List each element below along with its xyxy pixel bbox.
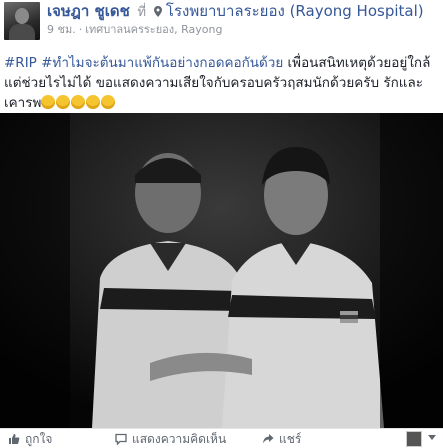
post-text: #RIP #ทำไมจะต้นมาแพ้กันอย่างกอดคอกันด้วย… (4, 53, 440, 113)
comment-button[interactable]: แสดงความคิดเห็น (115, 432, 226, 446)
author-avatar[interactable] (4, 2, 40, 40)
post-actions-bar: ถูกใจ แสดงความคิดเห็น แชร์ (0, 428, 443, 448)
post-time[interactable]: 9 ชม. (47, 23, 76, 36)
crying-emoji-group (41, 95, 116, 111)
place-link[interactable]: โรงพยาบาลระยอง (Rayong Hospital) (166, 2, 424, 20)
reactor-avatar[interactable] (406, 431, 422, 447)
photo-image (0, 113, 443, 428)
meta-separator: · (78, 23, 83, 36)
crying-emoji-icon (56, 95, 71, 109)
author-name[interactable]: เจษฎา ชูเดช (47, 2, 130, 20)
comment-label: แสดงความคิดเห็น (132, 432, 227, 446)
chevron-down-icon[interactable] (428, 435, 436, 440)
post-header: เจษฎา ชูเดช ที่ โรงพยาบาลระยอง (Rayong H… (0, 0, 443, 48)
facebook-post: เจษฎา ชูเดช ที่ โรงพยาบาลระยอง (Rayong H… (0, 0, 443, 447)
hashtag-links[interactable]: #RIP #ทำไมจะต้นมาแพ้กันอย่างกอดคอกันด้วย (4, 55, 283, 71)
post-text-line-3-word: เคารพ (4, 95, 42, 111)
thumbs-up-icon (9, 434, 20, 444)
location-pin-icon (153, 6, 162, 17)
like-button[interactable]: ถูกใจ (8, 432, 52, 446)
post-text-line-1: #RIP #ทำไมจะต้นมาแพ้กันอย่างกอดคอกันด้วย… (4, 53, 440, 73)
post-text-line-2: แต่ช่วยไรไม่ได้ ขอแสดงความเสียใจกับครอบค… (4, 75, 424, 91)
location-detail[interactable]: เทศบาลนครระยอง, Rayong (85, 23, 222, 36)
post-meta-line: 9 ชม. · เทศบาลนครระยอง, Rayong (47, 23, 222, 37)
post-text-line-3: เคารพ (4, 93, 440, 113)
post-title-line: เจษฎา ชูเดช ที่ โรงพยาบาลระยอง (Rayong H… (47, 2, 424, 22)
share-label: แชร์ (279, 432, 302, 446)
crying-emoji-icon (71, 95, 86, 109)
post-photo[interactable] (0, 113, 443, 428)
crying-emoji-icon (41, 95, 56, 109)
crying-emoji-icon (86, 95, 101, 109)
like-label: ถูกใจ (25, 432, 53, 446)
share-arrow-icon (263, 434, 274, 444)
crying-emoji-icon (101, 95, 116, 109)
at-label: ที่ (137, 5, 147, 20)
comment-bubble-icon (115, 433, 127, 445)
share-button[interactable]: แชร์ (262, 432, 301, 446)
post-text-line-1-rest: เพื่อนสนิทเหตุด้วยอยู่ใกล้ (283, 55, 431, 71)
